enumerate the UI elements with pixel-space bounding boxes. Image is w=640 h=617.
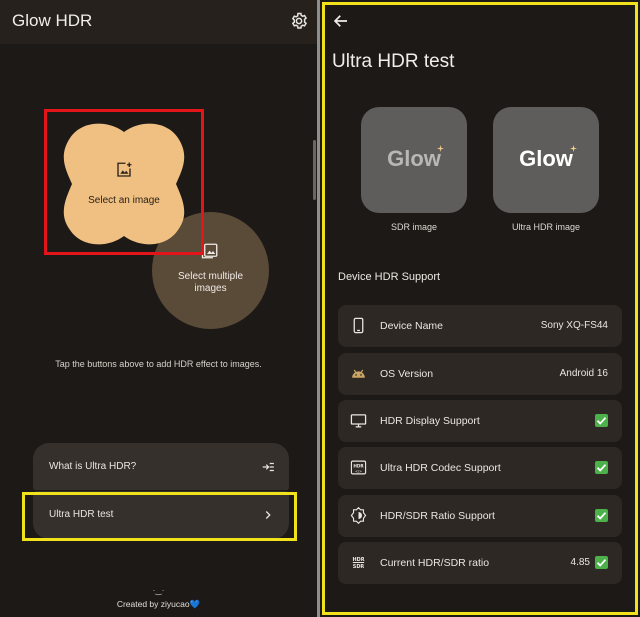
what-is-ultra-hdr-label: What is Ultra HDR? (49, 461, 137, 472)
footer-emoticon: ·‿· (152, 586, 165, 595)
highlight-yellow-frame-menu (22, 492, 297, 541)
what-is-ultra-hdr-item[interactable]: What is Ultra HDR? (33, 443, 289, 491)
app-title: Glow HDR (12, 11, 93, 30)
scrollbar-thumb[interactable] (313, 140, 316, 200)
heart-icon: 💙 (189, 599, 201, 609)
footer-credit: Created by ziyucao💙 (0, 599, 317, 610)
select-multiple-line2: images (194, 283, 227, 294)
hint-text: Tap the buttons above to add HDR effect … (55, 359, 262, 369)
highlight-yellow-frame-screen (322, 2, 638, 615)
gear-icon[interactable] (290, 12, 308, 30)
footer-credit-text: Created by ziyucao (116, 599, 190, 609)
top-app-bar: Glow HDR (0, 0, 317, 44)
highlight-red-frame (44, 109, 204, 255)
select-multiple-line1: Select multiple (177, 271, 244, 282)
expand-icon (262, 462, 274, 472)
select-multiple-label: Select multiple images (158, 271, 263, 295)
